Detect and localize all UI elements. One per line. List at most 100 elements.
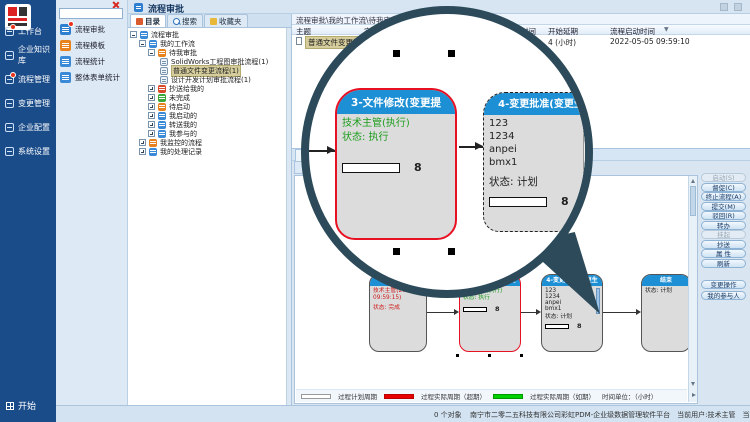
button-reject[interactable]: 驳回(R) xyxy=(701,211,746,220)
tree-node-icon xyxy=(149,148,157,156)
node-assignee: 技术主管(执行) xyxy=(342,117,450,131)
magnifier-node-change-approve[interactable]: 4-变更批准(变更生 123 1234 anpei bmx1 状态: 计划 8 xyxy=(483,92,593,232)
process-approval-icon xyxy=(60,24,71,35)
selection-handle[interactable] xyxy=(456,354,459,357)
button-submit[interactable]: 提交(M) xyxy=(701,202,746,211)
selection-handle[interactable] xyxy=(488,354,491,357)
notification-badge xyxy=(10,72,16,78)
progress-bar xyxy=(545,324,569,329)
button-properties[interactable]: 属 性 xyxy=(701,249,746,258)
module-item-label: 流程统计 xyxy=(75,56,105,67)
breadcrumb: 流程审批\我的工作流\待我审批\ xyxy=(292,14,750,25)
system-settings-icon xyxy=(5,147,14,156)
expand-icon[interactable] xyxy=(148,121,155,128)
sidebar-item-knowledge-base[interactable]: 企业知识库 xyxy=(0,46,56,64)
expand-icon[interactable] xyxy=(148,94,155,101)
tree-item-participated[interactable]: 我参与的 xyxy=(128,129,286,138)
tree-item-to-start[interactable]: 待启动 xyxy=(128,102,286,111)
flow-node-end[interactable]: 结束 状态: 计划 xyxy=(641,274,691,352)
process-template-icon xyxy=(60,40,71,51)
expand-icon[interactable] xyxy=(148,112,155,119)
module-item-form-statistics[interactable]: 整体表单统计 xyxy=(60,72,120,83)
module-item-process-statistics[interactable]: 流程统计 xyxy=(60,56,105,67)
sidebar-item-process-management[interactable]: 流程管理 xyxy=(0,70,56,88)
sidebar-item-workbench[interactable]: 工作台 xyxy=(0,22,56,40)
collapse-icon[interactable] xyxy=(139,40,146,47)
button-cc[interactable]: 抄送 xyxy=(701,240,746,249)
legend-overdue-swatch xyxy=(384,394,414,399)
legend-plan-swatch xyxy=(301,394,331,399)
tab-search[interactable]: 搜索 xyxy=(167,14,203,27)
tree-item-cc-to-me[interactable]: 抄送给我的 xyxy=(128,84,286,93)
tree-item-design-plan-flow[interactable]: 设计开发计划审批流程(1) xyxy=(128,75,286,84)
tree-item-unfinished[interactable]: 未完成 xyxy=(128,93,286,102)
collapse-icon[interactable] xyxy=(148,49,155,56)
module-item-label: 流程模板 xyxy=(75,40,105,51)
expand-icon[interactable] xyxy=(139,148,146,155)
selection-handle[interactable] xyxy=(339,248,346,255)
tab-favorites[interactable]: 收藏夹 xyxy=(204,14,248,27)
scrollbar-thumb[interactable] xyxy=(690,186,696,216)
sidebar-item-enterprise-config[interactable]: 企业配置 xyxy=(0,118,56,136)
canvas-horizontal-scroll-corner[interactable] xyxy=(688,389,697,402)
sidebar-item-change-management[interactable]: 变更管理 xyxy=(0,94,56,112)
row-start-time: 2022-05-05 09:59:10 xyxy=(610,37,690,46)
selection-handle[interactable] xyxy=(448,248,455,255)
expand-icon[interactable] xyxy=(148,130,155,137)
sidebar-item-system-settings[interactable]: 系统设置 xyxy=(0,142,56,160)
scroll-right-icon[interactable] xyxy=(692,393,696,397)
window-control-icon[interactable] xyxy=(734,3,742,11)
module-item-process-approval[interactable]: 流程审批 xyxy=(60,24,105,35)
flow-legend: 过程计划周期 过程实际周期（超期） 过程实际周期（如期） 时间单位：（小时） xyxy=(296,389,687,402)
node-status: 状态: 计划 xyxy=(645,288,687,295)
sort-descending-icon[interactable]: ▼ xyxy=(664,26,669,33)
button-refresh[interactable]: 刷新 xyxy=(701,259,746,268)
button-transfer[interactable]: 转办 xyxy=(701,221,746,230)
selection-handle[interactable] xyxy=(339,50,346,57)
tree-item-started-by-me[interactable]: 我启动的 xyxy=(128,111,286,120)
canvas-vertical-scrollbar[interactable] xyxy=(688,176,697,389)
node-time: 09:59:15) xyxy=(373,295,423,302)
button-urge[interactable]: 督促(C) xyxy=(701,183,746,192)
selection-handle[interactable] xyxy=(393,248,400,255)
node-status: 状态: 计划 xyxy=(489,175,593,189)
selection-handle[interactable] xyxy=(520,354,523,357)
selection-handle[interactable] xyxy=(393,50,400,57)
module-item-process-template[interactable]: 流程模板 xyxy=(60,40,105,51)
button-terminate-flow[interactable]: 终止流程(A) xyxy=(701,192,746,201)
selection-handle[interactable] xyxy=(448,50,455,57)
node-value-list: 123 1234 anpei bmx1 xyxy=(489,117,593,173)
magnifier-node-file-modify[interactable]: 3-文件修改(变更提 技术主管(执行) 状态: 执行 8 xyxy=(335,88,457,240)
tree-node-icon xyxy=(158,85,166,93)
tree-item-forwarded-to-me[interactable]: 转送我的 xyxy=(128,120,286,129)
main-sidebar: 工作台 企业知识库 流程管理 变更管理 企业配置 系统设置 开始 xyxy=(0,0,56,422)
progress-value: 8 xyxy=(561,195,569,208)
tree-item-monitored-flows[interactable]: 我监控的流程 xyxy=(128,138,286,147)
tree-node-icon xyxy=(149,139,157,147)
document-icon xyxy=(296,37,302,45)
start-grid-icon xyxy=(6,402,14,410)
panel-splitter[interactable] xyxy=(286,28,291,405)
scroll-up-icon[interactable] xyxy=(691,179,695,183)
tree-item-my-workflows[interactable]: 我的工作流 xyxy=(128,39,286,48)
button-change-operation[interactable]: 变更操作 xyxy=(701,280,746,289)
arrow-connector xyxy=(521,312,536,313)
module-search-input[interactable] xyxy=(59,8,123,19)
expand-icon[interactable] xyxy=(148,85,155,92)
sidebar-item-label: 流程管理 xyxy=(18,74,50,85)
scroll-up-icon[interactable] xyxy=(586,121,590,125)
button-my-participants[interactable]: 我的参与人 xyxy=(701,291,746,300)
expand-icon[interactable] xyxy=(139,139,146,146)
collapse-icon[interactable] xyxy=(130,31,137,38)
start-button[interactable]: 开始 xyxy=(6,399,36,412)
expand-icon[interactable] xyxy=(148,103,155,110)
window-control-icon[interactable] xyxy=(720,3,728,11)
tree-item-root[interactable]: 流程审批 xyxy=(128,30,286,39)
notification-badge xyxy=(10,24,16,30)
tree-item-my-records[interactable]: 我的处理记录 xyxy=(128,147,286,156)
scroll-down-icon[interactable] xyxy=(691,382,695,386)
tab-directory[interactable]: 目录 xyxy=(130,14,166,27)
scroll-down-icon[interactable] xyxy=(586,165,590,169)
node-title: 4-变更批准(变更生 xyxy=(484,93,593,115)
scrollbar-thumb[interactable] xyxy=(585,129,591,147)
